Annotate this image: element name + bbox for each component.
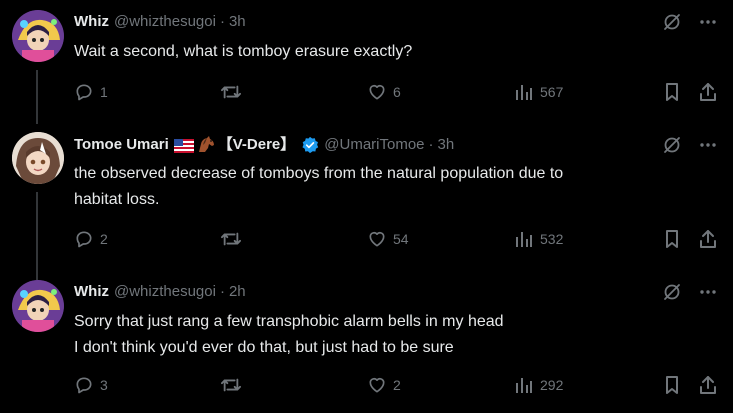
views-icon [516, 85, 532, 100]
views-button[interactable]: 532 [514, 227, 563, 251]
grok-icon[interactable] [661, 11, 683, 33]
tweet-text-line: habitat loss. [74, 191, 160, 208]
separator-dot: · [219, 13, 225, 30]
tweet-text-line: Sorry that just rang a few transphobic a… [74, 313, 504, 330]
separator-dot: · [428, 136, 434, 153]
views-count: 567 [540, 84, 564, 100]
bookmark-icon [666, 230, 678, 248]
repost-icon [221, 378, 241, 392]
tweet[interactable]: Tomoe Umari 【V-Dere】 @UmariTomoe · 3h th… [0, 120, 733, 270]
bookmark-button[interactable] [662, 227, 682, 251]
like-button[interactable]: 6 [367, 80, 401, 104]
share-button[interactable] [698, 227, 718, 251]
like-count: 54 [393, 231, 409, 247]
tweet-top-icons [661, 281, 719, 303]
display-name[interactable]: Whiz [74, 11, 109, 33]
repost-icon [221, 85, 241, 99]
more-icon[interactable] [697, 11, 719, 33]
separator-dot: · [219, 283, 225, 300]
tweet-header: Tomoe Umari 【V-Dere】 @UmariTomoe · 3h [74, 134, 454, 156]
tweet-header: Whiz @whizthesugoi · 3h [74, 11, 246, 33]
user-handle[interactable]: @whizthesugoi [114, 11, 216, 33]
views-count: 292 [540, 377, 564, 393]
reply-button[interactable]: 1 [74, 80, 108, 104]
reply-icon [76, 377, 92, 394]
avatar[interactable] [12, 10, 64, 62]
like-icon [369, 84, 385, 100]
bookmark-button[interactable] [662, 80, 682, 104]
display-name[interactable]: Tomoe Umari [74, 134, 169, 156]
timestamp[interactable]: 2h [229, 281, 246, 303]
views-button[interactable]: 292 [514, 373, 563, 397]
bookmark-icon [666, 83, 678, 101]
share-icon [700, 230, 716, 248]
avatar[interactable] [12, 280, 64, 332]
reply-icon [76, 84, 92, 101]
repost-icon [221, 232, 241, 246]
more-icon[interactable] [697, 134, 719, 156]
us-flag-icon [173, 138, 194, 153]
tweet-actions: 1 6 567 [74, 80, 722, 104]
share-icon [700, 83, 716, 101]
like-count: 2 [393, 377, 401, 393]
tweet-header: Whiz @whizthesugoi · 2h [74, 281, 246, 303]
repost-button[interactable] [220, 80, 248, 104]
horse-icon [196, 136, 216, 154]
bookmark-button[interactable] [662, 373, 682, 397]
tweet-text: Wait a second, what is tomboy erasure ex… [74, 39, 694, 65]
grok-icon[interactable] [661, 281, 683, 303]
reply-button[interactable]: 3 [74, 373, 108, 397]
tweet-actions: 3 2 292 [74, 373, 722, 397]
views-count: 532 [540, 231, 564, 247]
tweet-text: Sorry that just rang a few transphobic a… [74, 309, 694, 361]
grok-icon[interactable] [661, 134, 683, 156]
timestamp[interactable]: 3h [229, 11, 246, 33]
tweet[interactable]: Whiz @whizthesugoi · 2h Sorry that just … [0, 270, 733, 413]
reply-icon [76, 231, 92, 248]
like-icon [369, 377, 385, 393]
reply-count: 2 [100, 231, 108, 247]
views-icon [516, 378, 532, 393]
more-icon[interactable] [697, 281, 719, 303]
like-count: 6 [393, 84, 401, 100]
repost-button[interactable] [220, 373, 248, 397]
views-button[interactable]: 567 [514, 80, 563, 104]
tweet-actions: 2 54 532 [74, 227, 722, 251]
user-handle[interactable]: @whizthesugoi [114, 281, 216, 303]
share-button[interactable] [698, 80, 718, 104]
bookmark-icon [666, 376, 678, 394]
tweet-text: the observed decrease of tomboys from th… [74, 161, 694, 213]
reply-count: 1 [100, 84, 108, 100]
timestamp[interactable]: 3h [438, 134, 455, 156]
avatar[interactable] [12, 132, 64, 184]
tweet-text-line: Wait a second, what is tomboy erasure ex… [74, 43, 413, 60]
like-button[interactable]: 2 [367, 373, 401, 397]
reply-count: 3 [100, 377, 108, 393]
tweet[interactable]: Whiz @whizthesugoi · 3h Wait a second, w… [0, 0, 733, 120]
like-button[interactable]: 54 [367, 227, 409, 251]
reply-button[interactable]: 2 [74, 227, 108, 251]
like-icon [369, 231, 385, 247]
verified-badge-icon [301, 136, 319, 154]
tweet-top-icons [661, 134, 719, 156]
display-name[interactable]: Whiz [74, 281, 109, 303]
views-icon [516, 232, 532, 247]
tweet-text-line: I don't think you'd ever do that, but ju… [74, 339, 454, 356]
repost-button[interactable] [220, 227, 248, 251]
name-tag: 【V-Dere】 [217, 136, 296, 153]
share-icon [700, 376, 716, 394]
user-handle[interactable]: @UmariTomoe [324, 134, 424, 156]
tweet-top-icons [661, 11, 719, 33]
tweet-text-line: the observed decrease of tomboys from th… [74, 165, 564, 182]
share-button[interactable] [698, 373, 718, 397]
